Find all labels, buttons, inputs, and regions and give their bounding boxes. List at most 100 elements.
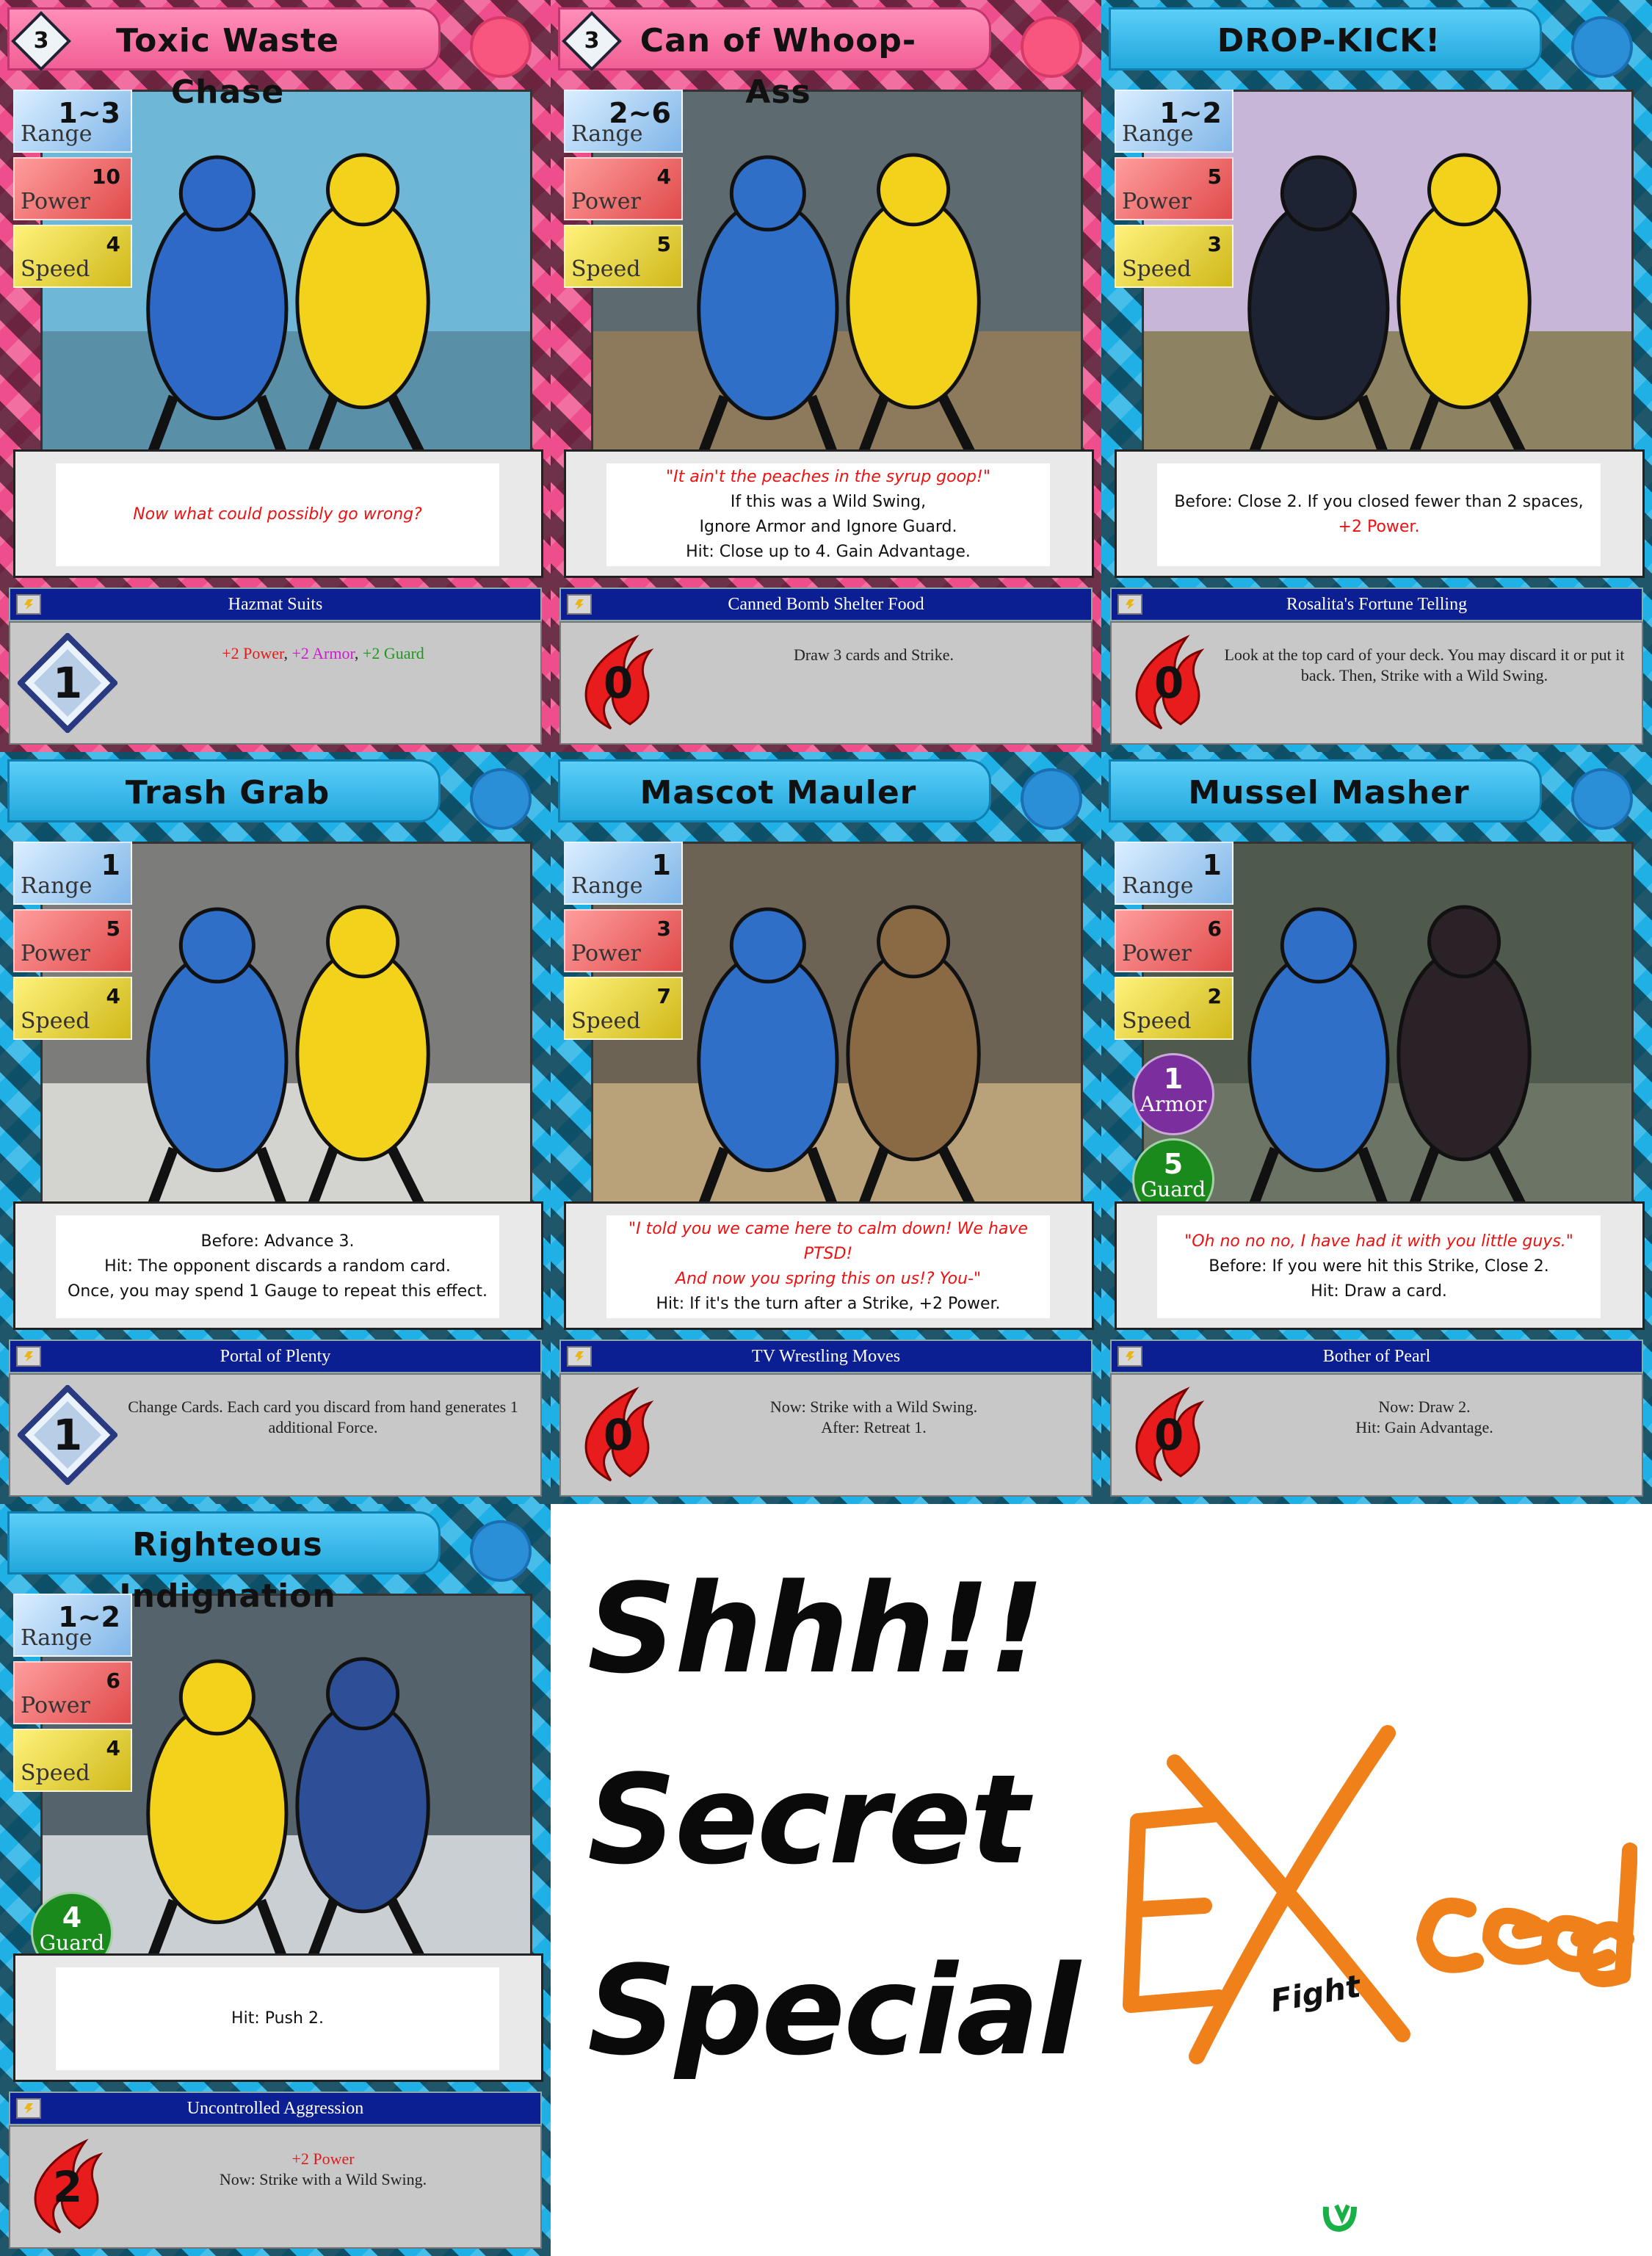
card-effect-panel: "I told you we came here to calm down! W…	[564, 1201, 1094, 1330]
stat-speed: Speed 4	[13, 977, 132, 1040]
boost-cost-value: 1	[52, 658, 83, 708]
boost-header: Rosalita's Fortune Telling	[1110, 588, 1643, 621]
stat-range: Range 1~2	[1115, 90, 1233, 153]
effect-line: Hit: Draw a card.	[1311, 1282, 1447, 1301]
stat-range: Range 2~6	[564, 90, 683, 153]
secret-line-1: Shhh!!	[587, 1557, 1045, 1701]
effect-line: "I told you we came here to calm down! W…	[628, 1220, 1028, 1263]
stat-power-value: 5	[106, 916, 120, 941]
corner-logo-icon	[1322, 2204, 1357, 2232]
boost-effect-text: +2 Power, +2 Armor, +2 Guard	[120, 643, 526, 664]
card[interactable]: Mussel Masher Range 1 Power 6 Speed 2 1 Armor 5 Gu…	[1101, 752, 1652, 1504]
secret-line-2: Secret	[587, 1748, 1029, 1892]
effect-line: Hit: If it's the turn after a Strike, +2…	[656, 1295, 1001, 1313]
boost-effect-segment: +2 Power	[291, 2150, 355, 2168]
stat-power-value: 5	[1207, 164, 1222, 189]
stat-power-value: 3	[656, 916, 671, 941]
stat-power-label: Power	[21, 189, 90, 214]
stat-power-label: Power	[1122, 189, 1192, 214]
boost-body: 0 Now: Strike with a Wild Swing. After: Re…	[559, 1373, 1093, 1497]
gauge-circle-icon	[470, 1520, 532, 1582]
card-title: Righteous Indignation	[119, 1526, 336, 1615]
stat-power: Power 4	[564, 157, 683, 220]
stat-range: Range 1~3	[13, 90, 132, 153]
boost-cost: 0	[1119, 1385, 1219, 1485]
card-effect-panel: Hit: Push 2.	[13, 1953, 543, 2082]
card-title: Mussel Masher	[1188, 774, 1470, 811]
armor-label: Armor	[1140, 1092, 1207, 1116]
stat-power-label: Power	[571, 941, 641, 966]
card[interactable]: Righteous Indignation Range 1~2 Power 6 Speed…	[0, 1504, 551, 2256]
stat-range: Range 1	[564, 842, 683, 905]
gauge-circle-icon	[1021, 16, 1082, 78]
stat-range-value: 2~6	[609, 97, 671, 129]
gauge-cost: 3	[33, 28, 49, 54]
effect-line: Hit: The opponent discards a random card…	[104, 1257, 451, 1276]
stat-power-value: 6	[106, 1668, 120, 1693]
effect-line: Hit: Close up to 4. Gain Advantage.	[686, 543, 971, 561]
boost-type-icon	[1117, 1346, 1142, 1367]
card[interactable]: Mascot Mauler Range 1 Power 3 Speed 7 "I told y…	[551, 752, 1101, 1504]
stat-speed-value: 4	[106, 232, 120, 256]
stat-range-value: 1	[651, 849, 671, 881]
card-title-bar: Mussel Masher	[1109, 759, 1542, 822]
boost-cost: 1	[16, 632, 119, 734]
boost-effect-segment: ,	[354, 644, 363, 662]
boost-effect-text: Draw 3 cards and Strike.	[671, 645, 1076, 665]
card[interactable]: Trash Grab Range 1 Power 5 Speed 4 Before: Adva…	[0, 752, 551, 1504]
boost-effect-segment: +2 Power	[222, 644, 284, 662]
stat-power: Power 6	[1115, 909, 1233, 972]
boost-type-icon	[16, 594, 41, 615]
card-effect-text: Hit: Push 2.	[56, 1967, 499, 2070]
effect-line: If this was a Wild Swing,	[730, 493, 927, 511]
boost-cost: 2	[18, 2137, 117, 2237]
boost-header: Uncontrolled Aggression	[9, 2092, 542, 2125]
boost-effect-segment: Hit: Gain Advantage.	[1355, 1418, 1493, 1436]
stat-power-label: Power	[1122, 941, 1192, 966]
boost-effect-segment: After: Retreat 1.	[821, 1418, 927, 1436]
effect-line: Hit: Push 2.	[231, 2009, 324, 2028]
card-effect-text: "Oh no no no, I have had it with you lit…	[1157, 1215, 1601, 1318]
card-effect-panel: "Oh no no no, I have had it with you lit…	[1115, 1201, 1645, 1330]
card-title-bar: Righteous Indignation	[7, 1511, 441, 1615]
stat-range-value: 1~2	[58, 1601, 120, 1633]
stat-speed-value: 4	[106, 984, 120, 1008]
boost-cost: 1	[16, 1384, 119, 1486]
stat-speed-value: 5	[656, 232, 671, 256]
gauge-circle-icon	[1571, 16, 1633, 78]
stat-speed: Speed 7	[564, 977, 683, 1040]
boost-effect-text: Change Cards. Each card you discard from…	[120, 1397, 526, 1438]
card[interactable]: 3 Toxic Waste Chase Range 1~3 Power 10 Speed 4 N…	[0, 0, 551, 752]
boost-effect-segment: Now: Strike with a Wild Swing.	[219, 2170, 427, 2188]
effect-line: And now you spring this on us!? You-"	[675, 1270, 982, 1288]
card-title-bar: 3 Can of Whoop-Ass	[558, 7, 991, 111]
stat-power-value: 10	[92, 164, 120, 189]
boost-effect-segment: Now: Draw 2.	[1378, 1398, 1471, 1416]
guard-label: Guard	[39, 1931, 105, 1955]
stat-speed: Speed 2	[1115, 977, 1233, 1040]
boost-header: Portal of Plenty	[9, 1340, 542, 1373]
stat-power-label: Power	[21, 1693, 90, 1718]
stat-range-value: 1~2	[1159, 97, 1222, 129]
card[interactable]: 3 Can of Whoop-Ass Range 2~6 Power 4 Speed 5 "It…	[551, 0, 1101, 752]
stat-speed-label: Speed	[21, 256, 90, 282]
boost-header: Bother of Pearl	[1110, 1340, 1643, 1373]
card-title: Trash Grab	[125, 774, 330, 811]
boost-header: TV Wrestling Moves	[559, 1340, 1093, 1373]
stat-speed-label: Speed	[1122, 256, 1192, 282]
card-title: Can of Whoop-Ass	[640, 22, 917, 111]
stat-range-value: 1	[1202, 849, 1222, 881]
stat-range-label: Range	[571, 873, 643, 899]
armor-value: 1	[1163, 1063, 1184, 1095]
stat-power: Power 5	[1115, 157, 1233, 220]
gauge-circle-icon	[470, 16, 532, 78]
effect-line: "Oh no no no, I have had it with you lit…	[1184, 1232, 1573, 1251]
card[interactable]: DROP-KICK! Range 1~2 Power 5 Speed 3 Before: Cl…	[1101, 0, 1652, 752]
effect-line: Once, you may spend 1 Gauge to repeat th…	[68, 1282, 488, 1301]
card-title-bar: Mascot Mauler	[558, 759, 991, 822]
boost-name: TV Wrestling Moves	[751, 1347, 901, 1366]
boost-effect-text: Now: Draw 2. Hit: Gain Advantage.	[1222, 1397, 1627, 1438]
stat-power-label: Power	[21, 941, 90, 966]
boost-type-icon	[567, 1346, 592, 1367]
boost-effect-segment: +2 Armor	[291, 644, 355, 662]
